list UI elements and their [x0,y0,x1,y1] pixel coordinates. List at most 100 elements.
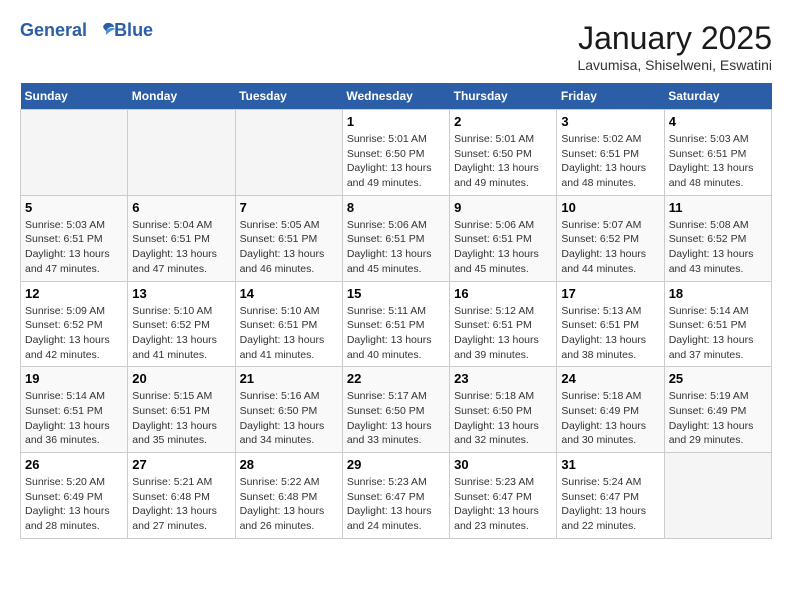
calendar-cell: 3Sunrise: 5:02 AMSunset: 6:51 PMDaylight… [557,110,664,196]
logo-text-line1: General [20,20,87,40]
day-number: 19 [25,371,123,386]
calendar-cell: 9Sunrise: 5:06 AMSunset: 6:51 PMDaylight… [450,195,557,281]
day-number: 3 [561,114,659,129]
day-number: 6 [132,200,230,215]
day-number: 20 [132,371,230,386]
day-info: Sunrise: 5:20 AMSunset: 6:49 PMDaylight:… [25,475,123,534]
day-info: Sunrise: 5:13 AMSunset: 6:51 PMDaylight:… [561,304,659,363]
day-number: 22 [347,371,445,386]
calendar-cell: 6 Sunrise: 5:04 AMSunset: 6:51 PMDaylight… [128,195,235,281]
calendar-week-row: 12Sunrise: 5:09 AMSunset: 6:52 PMDayligh… [21,281,772,367]
calendar-cell: 1 Sunrise: 5:01 AMSunset: 6:50 PMDaylight… [342,110,449,196]
day-info: Sunrise: 5:17 AMSunset: 6:50 PMDaylight:… [347,389,445,448]
calendar-cell: 4Sunrise: 5:03 AMSunset: 6:51 PMDaylight… [664,110,771,196]
day-number: 14 [240,286,338,301]
calendar-cell: 24Sunrise: 5:18 AMSunset: 6:49 PMDayligh… [557,367,664,453]
day-number: 31 [561,457,659,472]
weekday-header-sunday: Sunday [21,83,128,110]
day-number: 7 [240,200,338,215]
logo-text-line2: Blue [114,20,153,41]
calendar-cell: 5 Sunrise: 5:03 AMSunset: 6:51 PMDaylight… [21,195,128,281]
calendar-cell: 27 Sunrise: 5:21 AMSunset: 6:48 PMDayligh… [128,453,235,539]
day-number: 10 [561,200,659,215]
calendar-cell: 13 Sunrise: 5:10 AMSunset: 6:52 PMDayligh… [128,281,235,367]
day-info: Sunrise: 5:24 AMSunset: 6:47 PMDaylight:… [561,475,659,534]
day-number: 11 [669,200,767,215]
calendar-table: SundayMondayTuesdayWednesdayThursdayFrid… [20,83,772,539]
page-header: General Blue January 2025 Lavumisa, Shis… [20,20,772,73]
day-info: Sunrise: 5:19 AMSunset: 6:49 PMDaylight:… [669,389,767,448]
day-number: 2 [454,114,552,129]
day-info: Sunrise: 5:01 AMSunset: 6:50 PMDaylight:… [454,132,552,191]
day-info: Sunrise: 5:18 AMSunset: 6:49 PMDaylight:… [561,389,659,448]
calendar-cell: 14 Sunrise: 5:10 AMSunset: 6:51 PMDayligh… [235,281,342,367]
day-number: 27 [132,457,230,472]
day-info: Sunrise: 5:10 AMSunset: 6:52 PMDaylight:… [132,304,230,363]
day-info: Sunrise: 5:11 AMSunset: 6:51 PMDaylight:… [347,304,445,363]
day-number: 26 [25,457,123,472]
day-info: Sunrise: 5:18 AMSunset: 6:50 PMDaylight:… [454,389,552,448]
calendar-week-row: 19 Sunrise: 5:14 AMSunset: 6:51 PMDayligh… [21,367,772,453]
calendar-cell: 19 Sunrise: 5:14 AMSunset: 6:51 PMDayligh… [21,367,128,453]
day-number: 18 [669,286,767,301]
day-number: 17 [561,286,659,301]
day-number: 8 [347,200,445,215]
calendar-week-row: 1 Sunrise: 5:01 AMSunset: 6:50 PMDaylight… [21,110,772,196]
day-info: Sunrise: 5:01 AMSunset: 6:50 PMDaylight:… [347,132,445,191]
day-info: Sunrise: 5:14 AMSunset: 6:51 PMDaylight:… [25,389,123,448]
calendar-cell [235,110,342,196]
calendar-cell: 28 Sunrise: 5:22 AMSunset: 6:48 PMDayligh… [235,453,342,539]
calendar-cell: 20 Sunrise: 5:15 AMSunset: 6:51 PMDayligh… [128,367,235,453]
day-number: 23 [454,371,552,386]
day-info: Sunrise: 5:05 AMSunset: 6:51 PMDaylight:… [240,218,338,277]
weekday-header-monday: Monday [128,83,235,110]
weekday-header-thursday: Thursday [450,83,557,110]
calendar-cell: 2 Sunrise: 5:01 AMSunset: 6:50 PMDaylight… [450,110,557,196]
calendar-cell: 21Sunrise: 5:16 AMSunset: 6:50 PMDayligh… [235,367,342,453]
day-number: 30 [454,457,552,472]
calendar-cell: 25 Sunrise: 5:19 AMSunset: 6:49 PMDayligh… [664,367,771,453]
day-number: 25 [669,371,767,386]
calendar-cell: 10 Sunrise: 5:07 AMSunset: 6:52 PMDayligh… [557,195,664,281]
calendar-cell: 26 Sunrise: 5:20 AMSunset: 6:49 PMDayligh… [21,453,128,539]
day-number: 16 [454,286,552,301]
day-info: Sunrise: 5:14 AMSunset: 6:51 PMDaylight:… [669,304,767,363]
calendar-week-row: 5 Sunrise: 5:03 AMSunset: 6:51 PMDaylight… [21,195,772,281]
day-info: Sunrise: 5:07 AMSunset: 6:52 PMDaylight:… [561,218,659,277]
logo-bird-icon [94,21,116,41]
calendar-cell: 17 Sunrise: 5:13 AMSunset: 6:51 PMDayligh… [557,281,664,367]
calendar-cell: 22 Sunrise: 5:17 AMSunset: 6:50 PMDayligh… [342,367,449,453]
weekday-header-wednesday: Wednesday [342,83,449,110]
day-number: 4 [669,114,767,129]
calendar-cell [128,110,235,196]
weekday-header-tuesday: Tuesday [235,83,342,110]
day-info: Sunrise: 5:21 AMSunset: 6:48 PMDaylight:… [132,475,230,534]
day-number: 28 [240,457,338,472]
day-number: 12 [25,286,123,301]
calendar-cell: 8 Sunrise: 5:06 AMSunset: 6:51 PMDaylight… [342,195,449,281]
logo: General Blue [20,20,153,41]
calendar-week-row: 26 Sunrise: 5:20 AMSunset: 6:49 PMDayligh… [21,453,772,539]
day-info: Sunrise: 5:23 AMSunset: 6:47 PMDaylight:… [454,475,552,534]
calendar-cell: 7 Sunrise: 5:05 AMSunset: 6:51 PMDaylight… [235,195,342,281]
weekday-header-friday: Friday [557,83,664,110]
calendar-subtitle: Lavumisa, Shiselweni, Eswatini [577,57,772,73]
day-info: Sunrise: 5:06 AMSunset: 6:51 PMDaylight:… [347,218,445,277]
day-number: 5 [25,200,123,215]
day-info: Sunrise: 5:12 AMSunset: 6:51 PMDaylight:… [454,304,552,363]
day-info: Sunrise: 5:04 AMSunset: 6:51 PMDaylight:… [132,218,230,277]
day-info: Sunrise: 5:10 AMSunset: 6:51 PMDaylight:… [240,304,338,363]
day-info: Sunrise: 5:03 AMSunset: 6:51 PMDaylight:… [25,218,123,277]
day-info: Sunrise: 5:08 AMSunset: 6:52 PMDaylight:… [669,218,767,277]
calendar-title: January 2025 [577,20,772,57]
day-info: Sunrise: 5:22 AMSunset: 6:48 PMDaylight:… [240,475,338,534]
day-info: Sunrise: 5:06 AMSunset: 6:51 PMDaylight:… [454,218,552,277]
day-info: Sunrise: 5:15 AMSunset: 6:51 PMDaylight:… [132,389,230,448]
calendar-cell: 15Sunrise: 5:11 AMSunset: 6:51 PMDayligh… [342,281,449,367]
day-number: 1 [347,114,445,129]
day-number: 13 [132,286,230,301]
weekday-header-saturday: Saturday [664,83,771,110]
calendar-cell: 30 Sunrise: 5:23 AMSunset: 6:47 PMDayligh… [450,453,557,539]
weekday-header-row: SundayMondayTuesdayWednesdayThursdayFrid… [21,83,772,110]
calendar-cell: 11 Sunrise: 5:08 AMSunset: 6:52 PMDayligh… [664,195,771,281]
